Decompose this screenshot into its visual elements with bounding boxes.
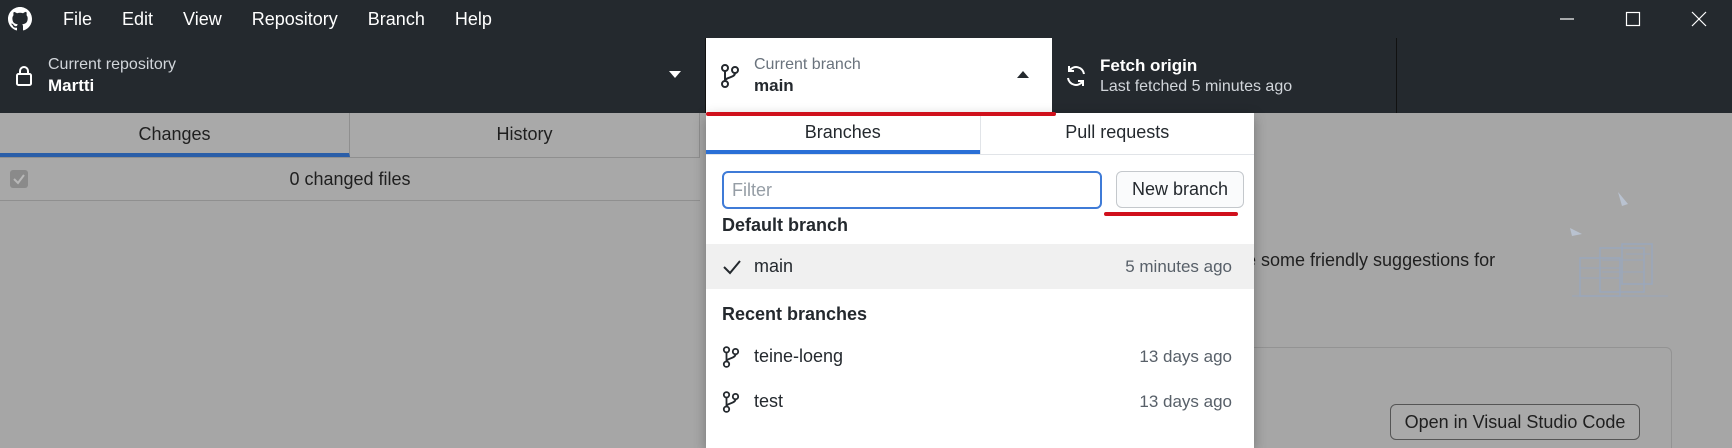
fetch-origin-button[interactable]: Fetch origin Last fetched 5 minutes ago (1052, 38, 1397, 113)
changed-files-header: 0 changed files (0, 158, 700, 201)
tab-changes[interactable]: Changes (0, 113, 350, 157)
branch-name: main (754, 256, 794, 276)
branch-item-test[interactable]: test 13 days ago (706, 379, 1254, 424)
changes-sidebar: Changes History 0 changed files (0, 113, 700, 448)
branch-icon (706, 63, 754, 88)
github-logo-icon (0, 0, 40, 38)
branch-icon (722, 345, 752, 368)
caret-down-icon (669, 71, 681, 78)
check-icon (13, 174, 25, 185)
menu-edit[interactable]: Edit (107, 0, 168, 38)
fetch-title: Fetch origin (1100, 55, 1198, 75)
toolbar: Current repository Martti Current branch… (0, 38, 1732, 113)
suggestions-text: re some friendly suggestions for (1240, 250, 1496, 270)
branch-icon (722, 390, 752, 413)
branch-time: 13 days ago (1139, 346, 1232, 366)
title-bar: File Edit View Repository Branch Help (0, 0, 1732, 38)
menu-view[interactable]: View (168, 0, 237, 38)
branch-label: Current branch (754, 55, 861, 73)
select-all-checkbox[interactable] (10, 170, 28, 188)
changed-files-count: 0 changed files (289, 168, 411, 189)
minimize-icon (1560, 18, 1574, 20)
filter-row: New branch (722, 171, 1244, 211)
close-icon (1691, 11, 1707, 27)
branch-name: teine-loeng (754, 346, 844, 366)
checkmark-icon (722, 259, 752, 275)
menu-bar: File Edit View Repository Branch Help (48, 0, 507, 38)
minimize-button[interactable] (1534, 0, 1600, 38)
branch-name: test (754, 391, 784, 411)
menu-file[interactable]: File (48, 0, 107, 38)
branch-time: 5 minutes ago (1125, 256, 1232, 276)
tab-pull-requests[interactable]: Pull requests (979, 113, 1255, 154)
window-controls (1534, 0, 1732, 38)
sidebar-tabs: Changes History (0, 113, 700, 158)
open-in-vscode-button[interactable]: Open in Visual Studio Code (1390, 404, 1640, 440)
sync-icon (1052, 64, 1100, 88)
current-branch-button[interactable]: Current branch main (706, 38, 1052, 113)
caret-up-icon (1017, 71, 1029, 78)
branch-item-main[interactable]: main 5 minutes ago (706, 244, 1254, 289)
illustration-icon (1570, 192, 1668, 297)
branch-name: main (754, 75, 794, 95)
current-repository-button[interactable]: Current repository Martti (0, 38, 706, 113)
repo-label: Current repository (48, 55, 177, 73)
close-button[interactable] (1666, 0, 1732, 38)
menu-repository[interactable]: Repository (237, 0, 353, 38)
branch-dropdown: Branches Pull requests New branch Defaul… (706, 113, 1254, 448)
branch-time: 13 days ago (1139, 391, 1232, 411)
repo-name: Martti (48, 75, 95, 95)
tab-branches[interactable]: Branches (706, 113, 980, 154)
menu-branch[interactable]: Branch (353, 0, 440, 38)
menu-help[interactable]: Help (440, 0, 507, 38)
fetch-subtitle: Last fetched 5 minutes ago (1100, 77, 1293, 95)
maximize-button[interactable] (1600, 0, 1666, 38)
maximize-icon (1625, 11, 1641, 27)
recent-branches-header: Recent branches (722, 304, 868, 324)
annotation-underline-current-branch (706, 112, 1056, 116)
lock-icon (0, 65, 48, 87)
branch-item-teine-loeng[interactable]: teine-loeng 13 days ago (706, 334, 1254, 379)
dropdown-tabs: Branches Pull requests (706, 113, 1254, 155)
tab-history[interactable]: History (350, 113, 700, 157)
branch-filter-input[interactable] (722, 171, 1102, 209)
new-branch-button[interactable]: New branch (1116, 171, 1244, 208)
default-branch-header: Default branch (722, 215, 849, 235)
annotation-underline-new-branch (1104, 212, 1238, 216)
